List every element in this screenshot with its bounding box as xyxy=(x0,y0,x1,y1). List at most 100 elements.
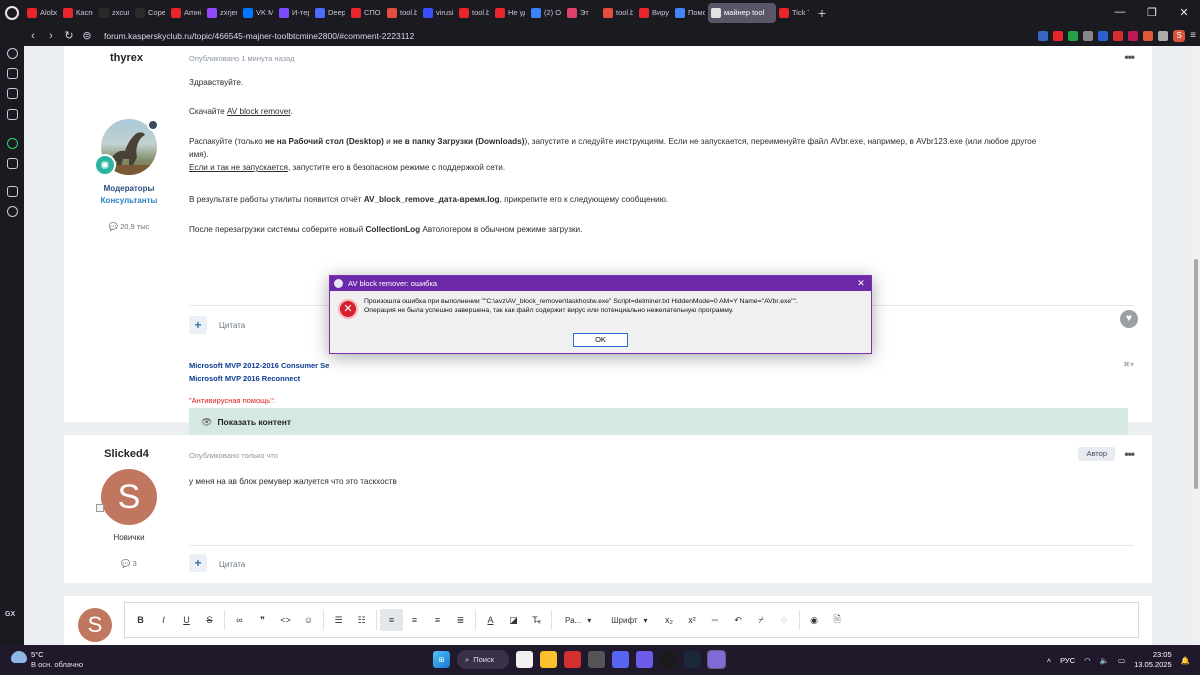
battery-icon[interactable]: ▭ xyxy=(1118,656,1125,665)
code-icon[interactable]: <> xyxy=(274,609,297,631)
post-timestamp[interactable]: Опубликовано 1 минута назад xyxy=(189,54,295,63)
wifi-icon[interactable]: ◠ xyxy=(1084,656,1091,665)
taskbar-app-icon[interactable] xyxy=(588,651,605,668)
numbered-list-icon[interactable]: ☷ xyxy=(350,609,373,631)
taskbar-app-icon[interactable] xyxy=(540,651,557,668)
align-left-icon[interactable]: ≡ xyxy=(380,609,403,631)
menu-icon[interactable]: ≡ xyxy=(1190,30,1196,41)
post-author[interactable]: Slicked4 xyxy=(64,448,189,460)
speed-dial-icon[interactable] xyxy=(7,48,18,59)
superscript-icon[interactable]: x² xyxy=(681,609,704,631)
browser-tab[interactable]: VK Mo xyxy=(240,3,276,23)
store-icon[interactable] xyxy=(7,68,18,79)
browser-tab[interactable]: tool.b xyxy=(456,3,492,23)
site-info-icon[interactable]: ⊜ xyxy=(78,29,96,42)
browser-tab[interactable]: Не уд xyxy=(492,3,528,23)
dialog-close-button[interactable]: ✕ xyxy=(851,278,871,289)
maximize-button[interactable]: ❐ xyxy=(1136,6,1168,19)
chevron-up-icon[interactable]: ˄ xyxy=(1047,656,1051,665)
browser-tab[interactable]: Каспе xyxy=(60,3,96,23)
forward-icon[interactable]: › xyxy=(42,30,60,42)
browser-tab[interactable]: (2) От xyxy=(528,3,564,23)
extension-icon[interactable] xyxy=(1068,30,1079,41)
browser-tab[interactable]: майнер tool xyxy=(708,2,776,23)
underline-button[interactable]: U xyxy=(175,609,198,631)
link-icon[interactable]: ∞ xyxy=(228,609,251,631)
post-author[interactable]: thyrex xyxy=(64,52,189,64)
strikethrough-button[interactable]: S xyxy=(198,609,221,631)
align-right-icon[interactable]: ≡ xyxy=(426,609,449,631)
extension-icon[interactable] xyxy=(1098,30,1109,41)
twitch-icon[interactable] xyxy=(7,109,18,120)
notifications-icon[interactable]: 🔔 xyxy=(1181,656,1190,665)
dialog-title-bar[interactable]: AV block remover: ошибка ✕ xyxy=(330,276,871,291)
taskbar-search[interactable]: ⌕ Поиск xyxy=(457,650,509,669)
speaker-icon[interactable]: 🔈 xyxy=(1100,656,1109,665)
extension-icon[interactable] xyxy=(1158,30,1169,41)
browser-tab[interactable]: DeepS xyxy=(312,3,348,23)
minimize-button[interactable]: — xyxy=(1104,6,1136,19)
profile-avatar[interactable]: S xyxy=(1173,29,1186,42)
quote-button[interactable]: Цитата xyxy=(219,560,245,569)
extension-icon[interactable] xyxy=(1083,30,1094,41)
language-indicator[interactable]: РУС xyxy=(1060,656,1075,665)
url-field[interactable]: forum.kasperskyclub.ru/topic/466545-majn… xyxy=(104,31,414,41)
quote-button[interactable]: Цитата xyxy=(219,321,245,330)
post-timestamp[interactable]: Опубликовано только что xyxy=(189,451,278,460)
quote-icon[interactable]: ❞ xyxy=(251,609,274,631)
browser-tab[interactable]: Tick T xyxy=(776,3,812,23)
browser-tab[interactable]: Вирус xyxy=(636,3,672,23)
settings-icon[interactable] xyxy=(7,206,18,217)
weather-cloud-icon[interactable] xyxy=(11,651,27,663)
browser-tab[interactable]: Помо xyxy=(672,3,708,23)
extension-icon[interactable] xyxy=(1053,30,1064,41)
multiquote-button[interactable]: + xyxy=(189,316,207,334)
taskbar-app-icon[interactable] xyxy=(660,651,677,668)
browser-tab[interactable]: Эт xyxy=(564,3,600,23)
close-window-button[interactable]: ✕ xyxy=(1168,6,1200,19)
clock[interactable]: 23:05 13.05.2025 xyxy=(1134,650,1172,670)
gx-control-label[interactable]: GX xyxy=(5,611,15,618)
background-color-icon[interactable]: ◪ xyxy=(502,609,525,631)
align-center-icon[interactable]: ≡ xyxy=(403,609,426,631)
bullet-list-icon[interactable]: ☰ xyxy=(327,609,350,631)
taskbar-app-icon[interactable] xyxy=(707,650,726,669)
safe-mode-link[interactable]: Если и так не запускается xyxy=(189,163,288,172)
author-post-count[interactable]: 💬 20,9 тыс xyxy=(64,222,194,231)
browser-tab[interactable]: СПОС xyxy=(348,3,384,23)
text-color-icon[interactable]: A xyxy=(479,609,502,631)
avatar[interactable]: S xyxy=(101,469,157,525)
align-justify-icon[interactable]: ≣ xyxy=(449,609,472,631)
browser-tab[interactable]: zxrjer xyxy=(204,3,240,23)
post-more-icon[interactable]: ••• xyxy=(1124,447,1135,461)
source-icon[interactable]: 🗎 xyxy=(826,609,849,631)
browser-tab[interactable]: tool.b xyxy=(600,3,636,23)
browser-tab[interactable]: Alobo xyxy=(24,3,60,23)
browser-tab[interactable]: Copei xyxy=(132,3,168,23)
multiquote-button[interactable]: + xyxy=(189,554,207,572)
font-dropdown[interactable]: Шрифт ▾ xyxy=(601,616,657,625)
weather-description[interactable]: В осн. облачно xyxy=(31,660,83,669)
start-windows-icon[interactable]: ⊞ xyxy=(433,651,450,668)
whatsapp-icon[interactable] xyxy=(7,138,18,149)
vk-messenger-icon[interactable] xyxy=(7,158,18,169)
italic-button[interactable]: I xyxy=(152,609,175,631)
browser-tab[interactable]: И-тер xyxy=(276,3,312,23)
scrollbar-thumb[interactable] xyxy=(1194,259,1198,489)
weather-temperature[interactable]: 5°C xyxy=(31,650,44,659)
paragraph-dropdown[interactable]: Ра... ▾ xyxy=(555,616,601,625)
extension-icon[interactable] xyxy=(1038,30,1049,41)
taskbar-app-icon[interactable] xyxy=(636,651,653,668)
clear-format-icon[interactable]: T̶ₓ xyxy=(525,609,548,631)
browser-tab[interactable]: virusi xyxy=(420,3,456,23)
taskbar-app-icon[interactable] xyxy=(684,651,701,668)
new-tab-button[interactable]: + xyxy=(812,5,832,21)
bold-button[interactable]: B xyxy=(129,609,152,631)
cube-icon[interactable] xyxy=(7,186,18,197)
taskbar-app-icon[interactable] xyxy=(516,651,533,668)
post-more-icon[interactable]: ••• xyxy=(1124,50,1135,64)
subscript-icon[interactable]: x₂ xyxy=(658,609,681,631)
taskbar-app-icon[interactable] xyxy=(612,651,629,668)
like-heart-icon[interactable]: ♥ xyxy=(1120,310,1138,328)
hide-signature-icon[interactable]: ✖▾ xyxy=(1123,360,1134,369)
